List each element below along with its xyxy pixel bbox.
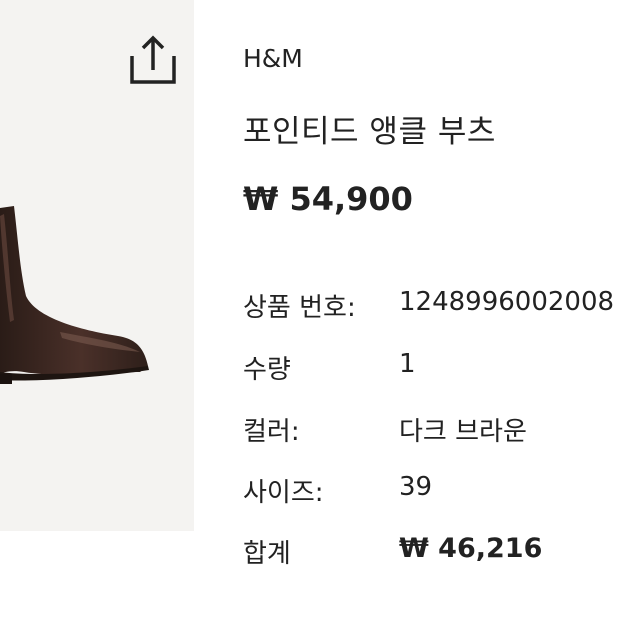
detail-value: 다크 브라운 (399, 417, 527, 447)
detail-row-article-number: 상품 번호: 1248996002008 (243, 287, 620, 323)
detail-label: 상품 번호: (243, 293, 356, 323)
detail-label: 합계 (243, 539, 291, 569)
product-detail-page: H&M 포인티드 앵클 부츠 ₩ 54,900 상품 번호: 124899600… (0, 0, 620, 620)
detail-row-total: 합계 ₩ 46,216 (243, 533, 620, 569)
detail-label: 수량 (243, 355, 291, 385)
detail-value: 1248996002008 (399, 287, 615, 317)
detail-label: 사이즈: (243, 478, 324, 508)
product-details: H&M 포인티드 앵클 부츠 ₩ 54,900 상품 번호: 124899600… (243, 0, 620, 620)
total-price: ₩ 46,216 (399, 533, 543, 564)
detail-label: 컬러: (243, 417, 300, 447)
detail-row-quantity: 수량 1 (243, 349, 620, 385)
detail-row-size: 사이즈: 39 (243, 472, 620, 508)
brand-name[interactable]: H&M (243, 44, 303, 73)
detail-value: 39 (399, 472, 433, 502)
share-icon (130, 35, 176, 84)
share-button[interactable] (126, 34, 180, 88)
product-title: 포인티드 앵클 부츠 (243, 114, 496, 150)
detail-value: 1 (399, 349, 416, 379)
product-price: ₩ 54,900 (243, 180, 413, 218)
detail-row-color: 컬러: 다크 브라운 (243, 411, 620, 447)
